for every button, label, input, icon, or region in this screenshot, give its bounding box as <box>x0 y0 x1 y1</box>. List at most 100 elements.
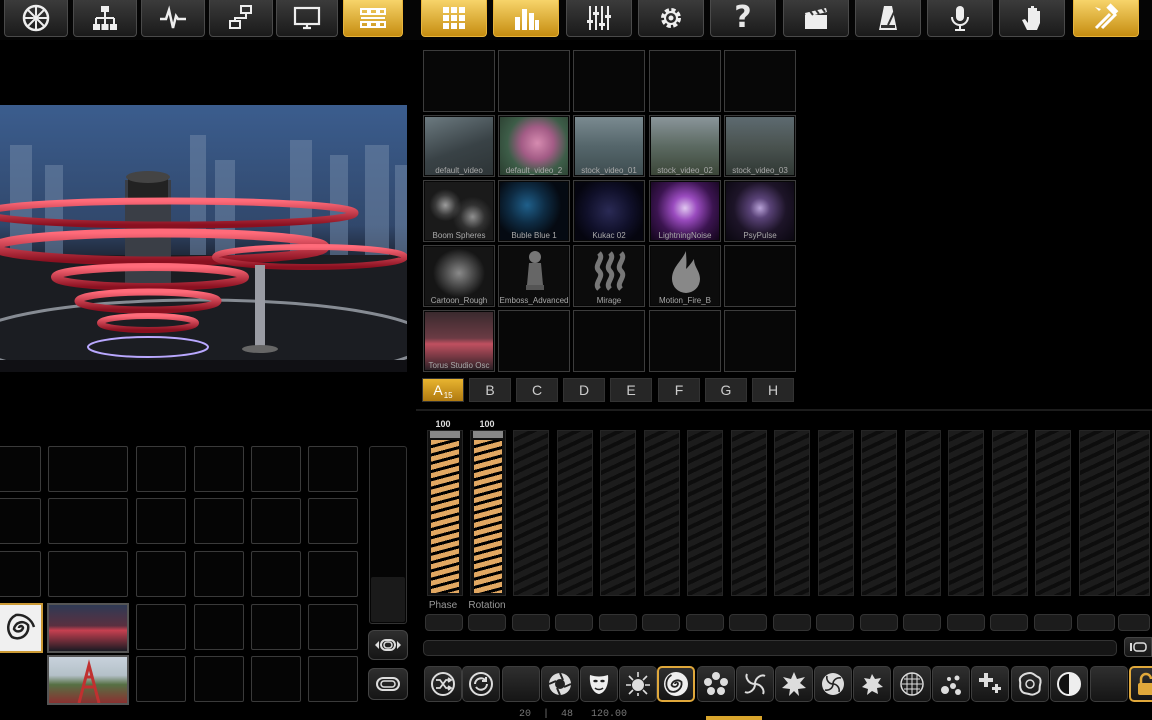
grid-slot[interactable] <box>0 446 41 492</box>
fader[interactable] <box>557 430 593 596</box>
grid-slot[interactable] <box>251 446 301 492</box>
layer-thumbnail[interactable] <box>47 655 129 705</box>
grid-slot[interactable] <box>48 551 128 597</box>
clip-slot[interactable]: PsyPulse <box>724 180 796 242</box>
clip-slot[interactable] <box>498 310 570 372</box>
clapperboard-button[interactable] <box>783 0 849 37</box>
active-layer-slot[interactable] <box>0 603 43 653</box>
grid-slot[interactable] <box>194 656 244 702</box>
clip-slot[interactable] <box>498 50 570 112</box>
grid-slot[interactable] <box>251 656 301 702</box>
droplets-effect-button[interactable] <box>932 666 970 702</box>
fader-button[interactable] <box>1118 614 1150 631</box>
grid-slot[interactable] <box>194 551 244 597</box>
fader[interactable] <box>861 430 897 596</box>
reel-button[interactable] <box>4 0 68 37</box>
fader[interactable] <box>992 430 1028 596</box>
fader[interactable] <box>1116 430 1150 596</box>
flower-effect-button[interactable] <box>697 666 735 702</box>
grid-slot[interactable] <box>308 446 358 492</box>
clip-slot[interactable]: Emboss_Advanced <box>498 245 570 307</box>
refresh-button[interactable] <box>462 666 500 702</box>
grid-slot[interactable] <box>194 604 244 650</box>
layer-slider-thumb[interactable] <box>371 577 405 622</box>
fader[interactable] <box>687 430 723 596</box>
bar-chart-button[interactable] <box>493 0 559 37</box>
clip-slot[interactable]: Mirage <box>573 245 645 307</box>
fader[interactable] <box>1035 430 1071 596</box>
fader-button[interactable] <box>816 614 854 631</box>
transition-bar[interactable] <box>423 640 1117 656</box>
clip-slot[interactable] <box>573 50 645 112</box>
clip-slot[interactable]: Cartoon_Rough <box>423 245 495 307</box>
tab-bank-h[interactable]: H <box>752 378 794 402</box>
spiral-effect-button[interactable] <box>657 666 695 702</box>
hierarchy-button[interactable] <box>73 0 137 37</box>
grid-slot[interactable] <box>136 446 186 492</box>
clip-slot[interactable] <box>724 310 796 372</box>
fader[interactable] <box>905 430 941 596</box>
grid-slot[interactable] <box>194 446 244 492</box>
sunburst-effect-button[interactable] <box>619 666 657 702</box>
mesh-effect-button[interactable] <box>893 666 931 702</box>
tab-bank-f[interactable]: F <box>658 378 700 402</box>
cross-pattern-effect-button[interactable] <box>971 666 1009 702</box>
rotation-fader[interactable] <box>470 430 506 596</box>
layer-thumbnail[interactable] <box>47 603 129 653</box>
network-button[interactable] <box>209 0 273 37</box>
tools-button[interactable] <box>1073 0 1139 37</box>
link-button[interactable] <box>368 630 408 660</box>
fader-button[interactable] <box>990 614 1028 631</box>
microphone-button[interactable] <box>927 0 993 37</box>
grid-slot[interactable] <box>308 604 358 650</box>
fader-button[interactable] <box>773 614 811 631</box>
grid-slot[interactable] <box>0 551 41 597</box>
tab-bank-a[interactable]: A 15 <box>422 378 464 402</box>
settings-button[interactable] <box>638 0 704 37</box>
end-jump-button[interactable] <box>1124 637 1152 657</box>
star-effect-button[interactable] <box>775 666 813 702</box>
clip-slot[interactable]: default_video <box>423 115 495 177</box>
grid-slot[interactable] <box>308 656 358 702</box>
waveform-button[interactable] <box>141 0 205 37</box>
fader-button[interactable] <box>903 614 941 631</box>
splat-effect-button[interactable] <box>853 666 891 702</box>
fader[interactable] <box>731 430 767 596</box>
fader[interactable] <box>1079 430 1115 596</box>
lock-button[interactable] <box>1129 666 1152 702</box>
fader-button[interactable] <box>729 614 767 631</box>
fader-button[interactable] <box>860 614 898 631</box>
grid-slot[interactable] <box>136 656 186 702</box>
grid-slot[interactable] <box>136 551 186 597</box>
vortex-effect-button[interactable] <box>814 666 852 702</box>
fader[interactable] <box>774 430 810 596</box>
fader[interactable] <box>644 430 680 596</box>
clip-slot[interactable] <box>724 50 796 112</box>
grid-slot[interactable] <box>251 498 301 544</box>
matrix-button[interactable] <box>343 0 403 37</box>
grid-slot[interactable] <box>136 498 186 544</box>
fader[interactable] <box>818 430 854 596</box>
help-button[interactable]: ? <box>710 0 776 37</box>
mask-effect-button[interactable] <box>580 666 618 702</box>
contrast-effect-button[interactable] <box>1050 666 1088 702</box>
grid-button[interactable] <box>421 0 487 37</box>
sliders-button[interactable] <box>566 0 632 37</box>
grid-slot[interactable] <box>308 551 358 597</box>
metronome-button[interactable] <box>855 0 921 37</box>
clip-slot[interactable]: Buble Blue 1 <box>498 180 570 242</box>
fader-button[interactable] <box>947 614 985 631</box>
clip-slot[interactable]: LightningNoise <box>649 180 721 242</box>
clip-button[interactable] <box>368 668 408 700</box>
clip-slot[interactable] <box>649 50 721 112</box>
monitor-button[interactable] <box>276 0 338 37</box>
clip-slot[interactable]: Motion_Fire_B <box>649 245 721 307</box>
fader[interactable] <box>600 430 636 596</box>
clip-slot[interactable] <box>724 245 796 307</box>
hand-button[interactable] <box>999 0 1065 37</box>
clip-slot[interactable]: stock_video_02 <box>649 115 721 177</box>
clip-slot[interactable] <box>573 310 645 372</box>
fader[interactable] <box>513 430 549 596</box>
grid-slot[interactable] <box>136 604 186 650</box>
clip-slot[interactable]: Kukac 02 <box>573 180 645 242</box>
